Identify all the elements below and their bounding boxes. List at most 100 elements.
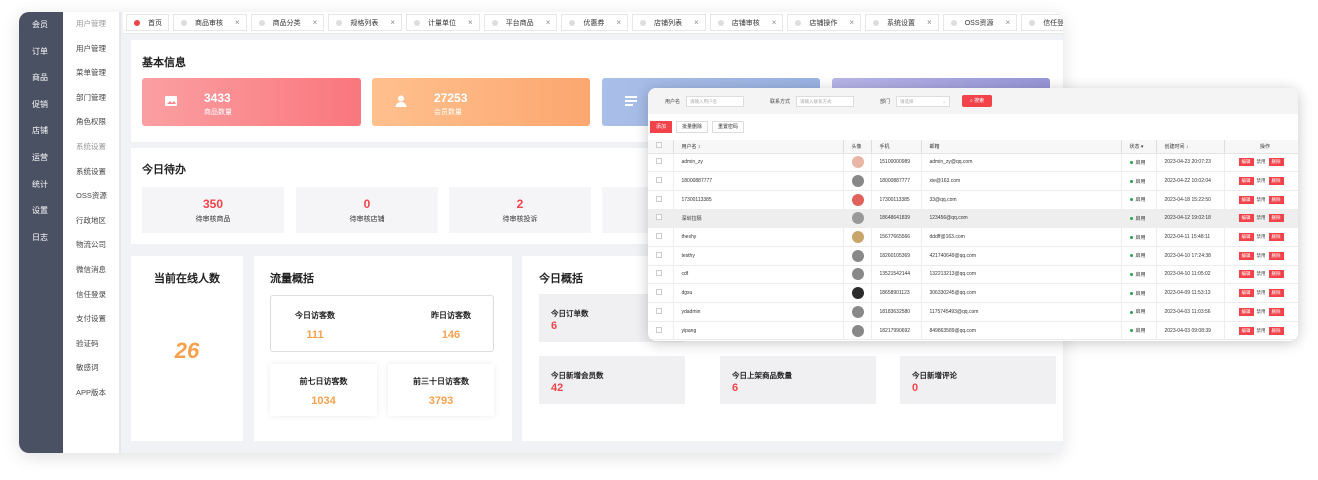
tab-platform-goods[interactable]: 平台商品 ×: [483, 14, 558, 31]
disable-button[interactable]: 禁用: [1257, 328, 1266, 334]
overview-new-comments[interactable]: 今日新增评论 0: [900, 356, 1056, 404]
checkbox[interactable]: [656, 326, 662, 333]
checkbox[interactable]: [656, 214, 662, 221]
checkbox[interactable]: [656, 177, 662, 184]
nav-store[interactable]: 店铺: [19, 118, 63, 145]
tab-store-list[interactable]: 店铺列表 ×: [632, 14, 706, 31]
contact-input[interactable]: 请输入联系方式: [796, 95, 855, 107]
close-icon[interactable]: ×: [390, 18, 395, 27]
sidebar-item-region[interactable]: 行政地区: [63, 209, 119, 234]
close-icon[interactable]: ×: [1006, 18, 1011, 27]
row-select[interactable]: [648, 227, 674, 247]
reset-password-button[interactable]: 重置密码: [712, 121, 745, 133]
edit-button[interactable]: 编辑: [1238, 326, 1254, 335]
disable-button[interactable]: 禁用: [1257, 234, 1266, 240]
delete-button[interactable]: 删除: [1268, 251, 1284, 260]
nav-stats[interactable]: 统计: [19, 172, 63, 199]
batch-delete-button[interactable]: 批量删除: [676, 121, 709, 133]
checkbox[interactable]: [656, 251, 662, 258]
dept-select[interactable]: 请选择 ⌄: [896, 95, 951, 107]
add-button[interactable]: 添加: [650, 121, 673, 133]
edit-button[interactable]: 编辑: [1238, 233, 1254, 242]
todo-store-audit[interactable]: 0 待审核店铺: [296, 187, 438, 233]
tab-unit[interactable]: 计量单位 ×: [406, 14, 480, 31]
stat-members[interactable]: 27253 会员数量: [372, 78, 590, 126]
table-row[interactable]: 17300113385 17300113385 33@qq.com 启用 2023-04…: [648, 190, 1298, 210]
row-select[interactable]: [648, 171, 674, 191]
table-row[interactable]: admin_zy 15100000989 admin_zy@qq.com 启用 2023…: [648, 153, 1298, 173]
nav-operate[interactable]: 运营: [19, 145, 63, 172]
close-icon[interactable]: ×: [313, 18, 318, 27]
checkbox[interactable]: [656, 289, 662, 296]
table-row[interactable]: theshy 15677665566 dddff@163.com 启用 2023-04-…: [648, 227, 1298, 247]
disable-button[interactable]: 禁用: [1257, 309, 1266, 315]
nav-order[interactable]: 订单: [19, 39, 63, 66]
delete-button[interactable]: 删除: [1268, 233, 1284, 242]
edit-button[interactable]: 编辑: [1238, 307, 1254, 316]
sidebar-item-captcha[interactable]: 验证码: [63, 332, 119, 357]
tab-goods-audit[interactable]: 商品审核 ×: [173, 14, 247, 31]
tab-sys-settings[interactable]: 系统设置 ×: [865, 14, 939, 31]
row-select[interactable]: [648, 302, 674, 322]
close-icon[interactable]: ×: [616, 18, 621, 27]
tab-store-op[interactable]: 店铺操作 ×: [787, 14, 862, 31]
edit-button[interactable]: 编辑: [1238, 289, 1254, 298]
delete-button[interactable]: 删除: [1268, 307, 1284, 316]
close-icon[interactable]: ×: [772, 18, 777, 27]
todo-complaint-audit[interactable]: 2 待审核投诉: [449, 187, 591, 233]
nav-settings[interactable]: 设置: [19, 198, 63, 225]
disable-button[interactable]: 禁用: [1257, 197, 1266, 203]
close-icon[interactable]: ×: [235, 18, 240, 27]
edit-button[interactable]: 编辑: [1238, 251, 1254, 260]
delete-button[interactable]: 删除: [1268, 177, 1284, 186]
disable-button[interactable]: 禁用: [1257, 253, 1266, 259]
disable-button[interactable]: 禁用: [1257, 159, 1266, 165]
disable-button[interactable]: 禁用: [1257, 290, 1266, 296]
close-icon[interactable]: ×: [546, 18, 551, 27]
close-icon[interactable]: ×: [468, 18, 473, 27]
disable-button[interactable]: 禁用: [1257, 215, 1266, 221]
delete-button[interactable]: 删除: [1268, 214, 1284, 223]
row-select[interactable]: [648, 153, 674, 173]
row-select[interactable]: [648, 209, 674, 229]
table-row[interactable]: 18000887777 18000887777 xie@163.com 启用 2023-…: [648, 171, 1298, 191]
checkbox[interactable]: [656, 142, 662, 149]
todo-goods-audit[interactable]: 350 待审核商品: [142, 187, 284, 233]
table-row[interactable]: dgsu 18658901123 306330245@qq.com 启用 2023-04…: [648, 283, 1298, 303]
edit-button[interactable]: 编辑: [1238, 270, 1254, 279]
stat-goods[interactable]: 3433 商品数量: [142, 78, 361, 126]
delete-button[interactable]: 删除: [1268, 270, 1284, 279]
table-row[interactable]: 深圳拉隔 18648641839 123456@qq.com 启用 2023-04-12…: [648, 209, 1298, 229]
tab-category[interactable]: 商品分类 ×: [250, 14, 325, 31]
overview-new-members[interactable]: 今日新增会员数 42: [539, 356, 685, 404]
checkbox[interactable]: [656, 270, 662, 277]
tab-oss[interactable]: OSS资源 ×: [942, 14, 1018, 31]
nav-promo[interactable]: 促销: [19, 92, 63, 119]
sidebar-item-sensitive[interactable]: 敏感词: [63, 356, 119, 381]
checkbox[interactable]: [656, 195, 662, 202]
delete-button[interactable]: 删除: [1268, 195, 1284, 204]
edit-button[interactable]: 编辑: [1238, 195, 1254, 204]
delete-button[interactable]: 删除: [1268, 289, 1284, 298]
sidebar-item-dept[interactable]: 部门管理: [63, 86, 119, 111]
table-row[interactable]: yipang 18217990692 849863589@qq.com 启用 2023-…: [648, 321, 1298, 341]
sidebar-item-oss[interactable]: OSS资源: [63, 184, 119, 209]
delete-button[interactable]: 删除: [1268, 158, 1284, 167]
edit-button[interactable]: 编辑: [1238, 158, 1254, 167]
tab-coupon[interactable]: 优惠券 ×: [561, 14, 629, 31]
select-all[interactable]: [648, 140, 674, 154]
nav-member[interactable]: 会员: [19, 12, 63, 39]
row-select[interactable]: [648, 190, 674, 210]
close-icon[interactable]: ×: [849, 18, 854, 27]
overview-new-goods[interactable]: 今日上架商品数量 6: [720, 356, 876, 404]
checkbox[interactable]: [656, 233, 662, 240]
close-icon[interactable]: ×: [694, 18, 699, 27]
row-select[interactable]: [648, 321, 674, 341]
col-created[interactable]: 创建时间 ↓: [1156, 140, 1225, 154]
sidebar-item-user[interactable]: 用户管理: [63, 37, 119, 62]
row-select[interactable]: [648, 246, 674, 266]
checkbox[interactable]: [656, 158, 662, 165]
search-button[interactable]: ⌕ 搜索: [962, 95, 993, 107]
edit-button[interactable]: 编辑: [1238, 214, 1254, 223]
table-row[interactable]: cdf 13521542144 132213213@qq.com 启用 2023-04-…: [648, 265, 1298, 285]
